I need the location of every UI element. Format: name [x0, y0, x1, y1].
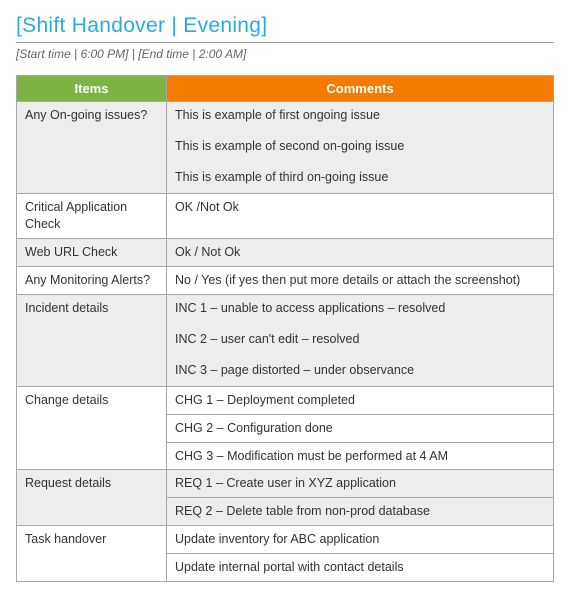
row-ongoing-issues: Any On-going issues? This is example of …	[17, 102, 554, 194]
item-cell: Critical Application Check	[17, 193, 167, 239]
comment-line: INC 2 – user can't edit – resolved	[175, 331, 545, 362]
comment-cell: CHG 3 – Modification must be performed a…	[167, 442, 554, 470]
row-change-details: Change details CHG 1 – Deployment comple…	[17, 386, 554, 414]
comment-cell: This is example of first ongoing issue T…	[167, 102, 554, 194]
item-cell: Any On-going issues?	[17, 102, 167, 194]
item-cell: Incident details	[17, 295, 167, 387]
item-cell: Task handover	[17, 526, 167, 582]
item-cell: Request details	[17, 470, 167, 526]
row-request-details: Request details REQ 1 – Create user in X…	[17, 470, 554, 498]
row-task-handover: Task handover Update inventory for ABC a…	[17, 526, 554, 554]
row-incident-details: Incident details INC 1 – unable to acces…	[17, 295, 554, 387]
title-rule	[16, 42, 554, 43]
comment-cell: CHG 2 – Configuration done	[167, 414, 554, 442]
col-header-comments: Comments	[167, 76, 554, 102]
comment-cell: Update inventory for ABC application	[167, 526, 554, 554]
subtitle: [Start time | 6:00 PM] | [End time | 2:0…	[16, 47, 554, 61]
comment-line: This is example of second on-going issue	[175, 138, 545, 169]
comment-cell: No / Yes (if yes then put more details o…	[167, 267, 554, 295]
comment-cell: REQ 1 – Create user in XYZ application	[167, 470, 554, 498]
comment-cell: REQ 2 – Delete table from non-prod datab…	[167, 498, 554, 526]
row-monitoring-alerts: Any Monitoring Alerts? No / Yes (if yes …	[17, 267, 554, 295]
row-critical-check: Critical Application Check OK /Not Ok	[17, 193, 554, 239]
table-header-row: Items Comments	[17, 76, 554, 102]
comment-line: This is example of third on-going issue	[175, 169, 545, 188]
handover-table: Items Comments Any On-going issues? This…	[16, 75, 554, 582]
comment-cell: Ok / Not Ok	[167, 239, 554, 267]
comment-cell: Update internal portal with contact deta…	[167, 554, 554, 582]
item-cell: Any Monitoring Alerts?	[17, 267, 167, 295]
comment-line: INC 1 – unable to access applications – …	[175, 300, 545, 331]
comment-line: This is example of first ongoing issue	[175, 107, 545, 138]
comment-line: INC 3 – page distorted – under observanc…	[175, 362, 545, 381]
col-header-items: Items	[17, 76, 167, 102]
row-web-url-check: Web URL Check Ok / Not Ok	[17, 239, 554, 267]
page-title: [Shift Handover | Evening]	[16, 14, 554, 38]
item-cell: Change details	[17, 386, 167, 470]
item-cell: Web URL Check	[17, 239, 167, 267]
comment-cell: INC 1 – unable to access applications – …	[167, 295, 554, 387]
comment-cell: OK /Not Ok	[167, 193, 554, 239]
comment-cell: CHG 1 – Deployment completed	[167, 386, 554, 414]
